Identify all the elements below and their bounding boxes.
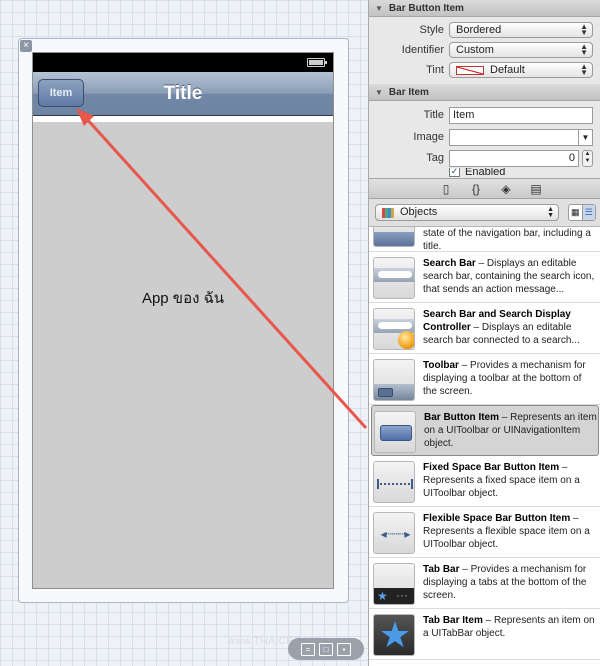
- list-item[interactable]: state of the navigation bar, including a…: [369, 227, 600, 252]
- tint-value: Default: [490, 64, 525, 76]
- updown-arrows-icon: ▲ ▼: [580, 22, 588, 37]
- search-display-controller-thumbnail: [373, 308, 415, 350]
- media-library-icon[interactable]: ▤: [529, 182, 543, 196]
- disclosure-triangle-icon[interactable]: ▼: [375, 4, 383, 13]
- star-icon: ★: [378, 614, 412, 655]
- chevron-down-icon[interactable]: ▼: [578, 130, 592, 145]
- annotation-arrow: [76, 108, 368, 430]
- view-mode-toggle[interactable]: ▦ ☰: [568, 204, 596, 221]
- tag-row: Tag 0 ▲ ▼: [369, 148, 600, 168]
- grid-view-icon[interactable]: ▦: [569, 205, 582, 220]
- enabled-checkbox[interactable]: ✓: [449, 168, 460, 177]
- storyboard-canvas: × Item Title App ของ ฉัน www.THAICREATE.…: [0, 0, 368, 666]
- tag-stepper[interactable]: ▲ ▼: [582, 150, 593, 167]
- bar-item-header[interactable]: ▼ Bar Item: [369, 84, 600, 101]
- list-item[interactable]: Tab Bar – Provides a mechanism for displ…: [369, 558, 600, 609]
- fixed-space-thumbnail: [373, 461, 415, 503]
- list-item-text: Tab Bar – Provides a mechanism for displ…: [423, 563, 598, 602]
- image-label: Image: [413, 131, 444, 143]
- zoom-out-icon[interactable]: =: [301, 642, 315, 656]
- list-view-icon[interactable]: ☰: [581, 205, 595, 220]
- toolbar-thumbnail: [373, 359, 415, 401]
- inspector-panel: ▼ Bar Button Item Style Bordered ▲ ▼ Ident…: [368, 0, 600, 666]
- list-item-selected[interactable]: Bar Button Item – Represents an item on …: [371, 405, 599, 456]
- list-item-text: Flexible Space Bar Button Item – Represe…: [423, 512, 598, 551]
- list-item-title: Toolbar: [423, 360, 459, 371]
- list-item-title: Bar Button Item: [424, 412, 499, 423]
- tag-field[interactable]: 0: [449, 150, 579, 167]
- list-item-text: Bar Button Item – Represents an item on …: [424, 411, 599, 450]
- list-item-title: Search Bar: [423, 258, 476, 269]
- navigation-bar-thumbnail: [373, 227, 415, 247]
- section-title: Bar Item: [388, 87, 429, 98]
- image-combo[interactable]: ▼: [449, 129, 593, 146]
- enabled-row: ✓ Enabled: [369, 168, 600, 178]
- library-books-icon: [382, 208, 394, 218]
- list-item-title: Fixed Space Bar Button Item: [423, 462, 560, 473]
- arrow-shaft: [84, 116, 368, 430]
- identifier-label: Identifier: [401, 44, 444, 56]
- style-value: Bordered: [456, 24, 502, 36]
- list-item[interactable]: Toolbar – Provides a mechanism for displ…: [369, 354, 600, 405]
- identifier-popup[interactable]: Custom ▲ ▼: [449, 42, 593, 58]
- bar-button-item-header[interactable]: ▼ Bar Button Item: [369, 0, 600, 17]
- tab-bar-item-thumbnail: ★: [373, 614, 415, 656]
- file-template-icon[interactable]: ▯: [439, 182, 453, 196]
- style-label: Style: [419, 24, 444, 36]
- identifier-row: Identifier Custom ▲ ▼: [369, 40, 600, 60]
- list-item[interactable]: ★ Tab Bar Item – Represents an item on a…: [369, 609, 600, 660]
- object-library-list[interactable]: state of the navigation bar, including a…: [369, 227, 600, 666]
- tab-bar-thumbnail: [373, 563, 415, 605]
- title-label: Title: [423, 109, 444, 121]
- section-title: Bar Button Item: [388, 3, 464, 14]
- code-snippet-icon[interactable]: {}: [469, 182, 483, 196]
- object-library-icon[interactable]: ◈: [499, 182, 513, 196]
- list-item[interactable]: Fixed Space Bar Button Item – Represents…: [369, 456, 600, 507]
- library-header: Objects ▲ ▼ ▦ ☰: [369, 199, 600, 227]
- title-field[interactable]: Item: [449, 107, 593, 124]
- library-tab-bar: ▯ {} ◈ ▤: [369, 178, 600, 199]
- updown-arrows-icon: ▲ ▼: [547, 206, 554, 219]
- list-item-title: Flexible Space Bar Button Item: [423, 513, 571, 524]
- list-item-title: Tab Bar Item: [423, 615, 483, 626]
- nav-bar-shape: [374, 232, 414, 246]
- updown-arrows-icon: ▲ ▼: [580, 62, 588, 77]
- list-item-title: Tab Bar: [423, 564, 460, 575]
- list-item-text: Search Bar and Search Display Controller…: [423, 308, 598, 347]
- zoom-fit-icon[interactable]: □: [319, 642, 333, 656]
- list-item-description: state of the navigation bar, including a…: [423, 228, 591, 252]
- tint-row: Tint Default ▲ ▼: [369, 60, 600, 80]
- list-item[interactable]: Search Bar – Displays an editable search…: [369, 252, 600, 303]
- tint-label: Tint: [426, 64, 444, 76]
- title-row: Title Item: [369, 105, 600, 127]
- identifier-value: Custom: [456, 44, 494, 56]
- style-row: Style Bordered ▲ ▼: [369, 20, 600, 40]
- library-selector-value: Objects: [400, 206, 438, 218]
- disclosure-triangle-icon[interactable]: ▼: [375, 88, 383, 97]
- flexible-space-thumbnail: ◂┈┈┈▸: [373, 512, 415, 554]
- list-item[interactable]: ◂┈┈┈▸ Flexible Space Bar Button Item – R…: [369, 507, 600, 558]
- bar-button-item-thumbnail: [374, 411, 416, 453]
- list-item-text: Fixed Space Bar Button Item – Represents…: [423, 461, 598, 500]
- color-swatch-icon: [456, 65, 484, 75]
- list-item[interactable]: Search Bar and Search Display Controller…: [369, 303, 600, 354]
- list-item-text: Toolbar – Provides a mechanism for displ…: [423, 359, 598, 398]
- search-bar-thumbnail: [373, 257, 415, 299]
- list-item-text: Tab Bar Item – Represents an item on a U…: [423, 614, 598, 640]
- list-item-text: Search Bar – Displays an editable search…: [423, 257, 598, 296]
- style-popup[interactable]: Bordered ▲ ▼: [449, 22, 593, 38]
- library-selector[interactable]: Objects ▲ ▼: [375, 204, 559, 221]
- image-row: Image ▼: [369, 127, 600, 148]
- tag-label: Tag: [426, 152, 444, 164]
- tint-popup[interactable]: Default ▲ ▼: [449, 62, 593, 78]
- canvas-zoom-controls[interactable]: = □ ▪: [288, 638, 364, 660]
- zoom-in-icon[interactable]: ▪: [337, 642, 351, 656]
- enabled-label: Enabled: [465, 168, 506, 178]
- updown-arrows-icon: ▲ ▼: [580, 42, 588, 57]
